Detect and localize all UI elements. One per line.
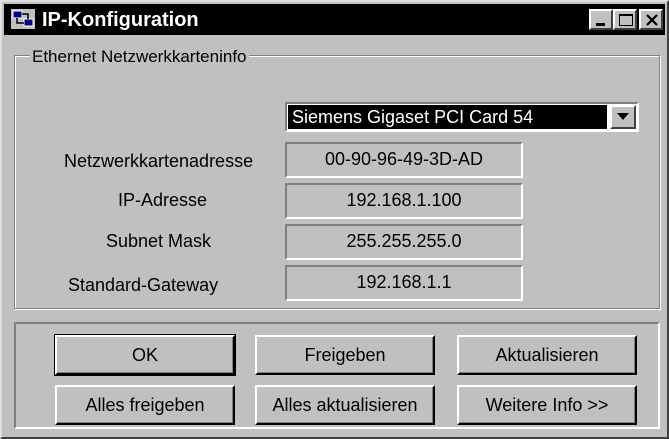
window-title: IP-Konfiguration <box>42 9 199 31</box>
gateway-value: 192.168.1.1 <box>285 265 523 301</box>
subnet-mask-label: Subnet Mask <box>106 231 212 251</box>
chevron-down-icon <box>617 113 629 120</box>
renew-button[interactable]: Aktualisieren <box>457 335 637 375</box>
more-info-button[interactable]: Weitere Info >> <box>457 385 637 425</box>
renew-all-button[interactable]: Alles aktualisieren <box>255 385 435 425</box>
close-button[interactable] <box>639 9 663 30</box>
adapter-dropdown-button[interactable] <box>610 105 636 129</box>
network-config-icon <box>10 8 36 30</box>
gateway-label: Standard-Gateway <box>68 275 219 295</box>
mac-address-label: Netzwerkkartenadresse <box>64 151 254 171</box>
minimize-icon <box>596 23 605 26</box>
release-all-button[interactable]: Alles freigeben <box>55 385 235 425</box>
group-legend: Ethernet Netzwerkkarteninfo <box>30 47 249 66</box>
adapter-select[interactable]: Siemens Gigaset PCI Card 54 <box>285 102 639 132</box>
maximize-icon <box>619 14 633 26</box>
maximize-button[interactable] <box>613 9 637 30</box>
subnet-mask-value: 255.255.255.0 <box>285 224 523 260</box>
release-button[interactable]: Freigeben <box>255 335 435 375</box>
adapter-select-value: Siemens Gigaset PCI Card 54 <box>288 105 607 129</box>
minimize-button[interactable] <box>589 9 613 30</box>
ip-address-label: IP-Adresse <box>118 190 208 210</box>
ip-config-window: IP-Konfiguration Ethernet Netzwerkkarten… <box>0 0 669 439</box>
ok-button[interactable]: OK <box>54 334 236 376</box>
title-bar[interactable]: IP-Konfiguration <box>4 4 665 35</box>
ip-address-value: 192.168.1.100 <box>285 183 523 219</box>
close-icon <box>646 14 658 26</box>
mac-address-value: 00-90-96-49-3D-AD <box>285 142 523 178</box>
